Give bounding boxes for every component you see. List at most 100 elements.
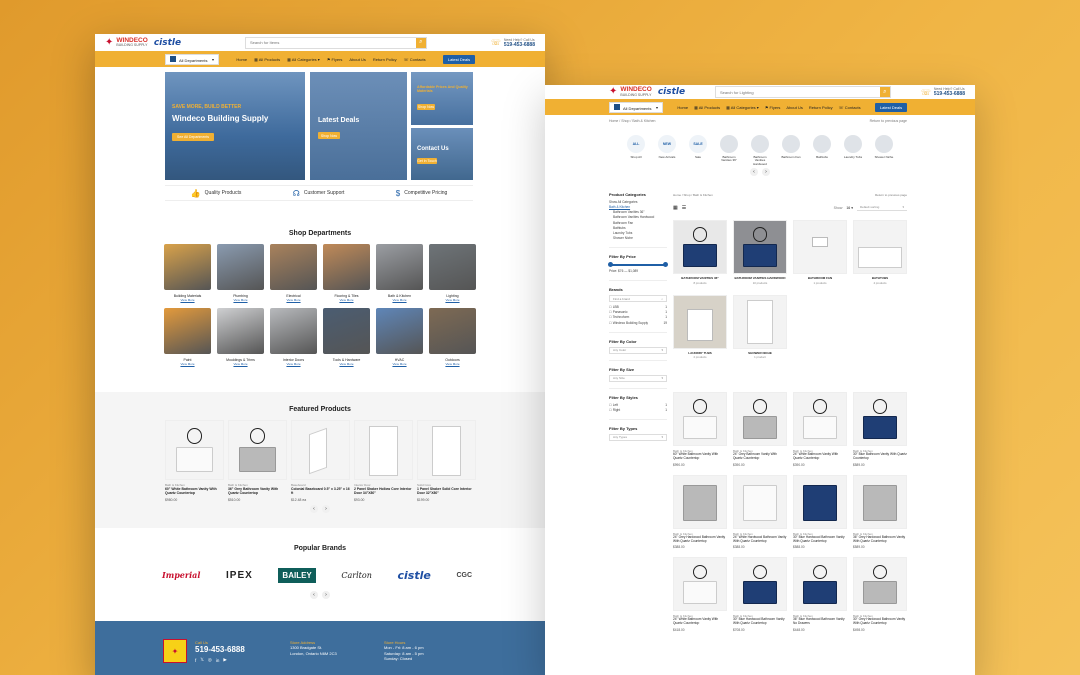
product-card[interactable]: Bath & Kitchen 60" White Bathroom Vanity … (165, 420, 224, 502)
search-input[interactable] (715, 87, 880, 97)
product-name[interactable]: 30" Blue Bathroom Vanity With Quartz Cou… (853, 452, 907, 461)
listing-return-link[interactable]: Return to previous page (875, 193, 907, 197)
filter-option[interactable]: ☐ Windeco Building Supply 19 (609, 321, 667, 326)
product-name[interactable]: 60" White Bathroom Vanity With Quartz Co… (673, 452, 727, 461)
product-card[interactable]: Bath & Kitchen 36" Blue Hardwood Bathroom… (793, 557, 847, 632)
product-name[interactable]: 36" Grey Hardwood Bathroom Vanity With Q… (853, 535, 907, 544)
category-circle[interactable]: Shower Niche (873, 135, 895, 166)
view-more-link[interactable]: View More (217, 298, 264, 302)
deals-shop-now-button[interactable]: Shop Now (318, 132, 340, 139)
category-circle[interactable]: Bathroom Fan (780, 135, 802, 166)
sort-select[interactable]: Default sorting ▾ (857, 204, 907, 211)
subcategory-card[interactable]: SHOWER NICHE 1 product (733, 294, 787, 359)
help-contact[interactable]: ☏ Need Help? Call Us 519-453-6888 (921, 87, 965, 97)
nav-about[interactable]: About Us (786, 105, 802, 110)
department-card[interactable]: Bath & Kitchen View More (376, 244, 423, 302)
brand-carlton[interactable]: Carlton (341, 571, 371, 580)
product-card[interactable]: Solid Core 1 Panel Shaker Solid Core Inte… (417, 420, 476, 502)
slider-handle-min[interactable] (608, 262, 613, 267)
nav-return-policy[interactable]: Return Policy (809, 105, 833, 110)
latest-deals-banner[interactable]: Latest Deals Shop Now (310, 72, 407, 180)
nav-return-policy[interactable]: Return Policy (373, 57, 397, 62)
return-link[interactable]: Return to previous page (870, 119, 907, 123)
facebook-icon[interactable]: f (195, 658, 196, 663)
category-circle[interactable]: ALL Shop All (625, 135, 647, 166)
department-card[interactable]: Flooring & Tiles View More (323, 244, 370, 302)
department-card[interactable]: Paint View More (164, 308, 211, 366)
filter-option-checkbox[interactable]: ☐ Windeco Building Supply (609, 321, 648, 326)
product-name[interactable]: 24" Grey Bathroom Vanity With Quartz Cou… (733, 452, 787, 461)
subcategory-card[interactable]: BATHROOM VANITIES HARDWOOD 10 products (733, 220, 787, 285)
filter-option[interactable]: ☐ Right 1 (609, 408, 667, 413)
product-name[interactable]: 36" Blue Hardwood Bathroom Vanity No Dra… (793, 618, 847, 626)
linkedin-icon[interactable]: in (216, 658, 220, 663)
youtube-icon[interactable]: ▶ (223, 657, 226, 663)
category-link[interactable]: Shower Niche (609, 236, 667, 241)
product-name[interactable]: 36" Grey Bathroom Vanity With Quartz Cou… (228, 487, 287, 495)
product-name[interactable]: 24" White Hardwood Bathroom Vanity With … (733, 535, 787, 544)
slider-handle-max[interactable] (663, 262, 668, 267)
nav-all-products[interactable]: ▦ All Products (694, 105, 720, 110)
department-card[interactable]: Building Materials View More (164, 244, 211, 302)
product-name[interactable]: 1 Panel Shaker Solid Core Interior Door … (417, 487, 476, 495)
brand-imperial[interactable]: Imperial (162, 570, 200, 580)
x-icon[interactable]: 𝕏 (200, 657, 204, 663)
size-select[interactable]: Any Size ▾ (609, 374, 667, 382)
view-more-link[interactable]: View More (376, 362, 423, 366)
product-card[interactable]: Bath & Kitchen 60" White Bathroom Vanity … (673, 392, 727, 467)
nav-home[interactable]: Home (677, 105, 688, 110)
category-circle[interactable]: Bathtubs (811, 135, 833, 166)
department-card[interactable]: Electrical View More (270, 244, 317, 302)
price-slider[interactable] (608, 262, 668, 267)
nav-home[interactable]: Home (236, 57, 247, 62)
instagram-icon[interactable]: ◎ (208, 657, 212, 663)
view-more-link[interactable]: View More (164, 362, 211, 366)
product-card[interactable]: Bath & Kitchen 30" Grey Hardwood Bathroom… (853, 557, 907, 632)
search-input[interactable] (245, 37, 416, 48)
product-card[interactable]: Bath & Kitchen 24" Grey Bathroom Vanity W… (733, 392, 787, 467)
site-logo[interactable]: ✦ WINDECO BUILDING SUPPLY (609, 86, 652, 97)
search-icon[interactable]: ⌕ (415, 37, 426, 48)
category-circle[interactable]: SALE Sale (687, 135, 709, 166)
chevron-left-icon[interactable]: ‹ (310, 505, 318, 513)
brand-bailey[interactable]: BAILEY (278, 567, 316, 583)
product-card[interactable]: Bath & Kitchen 36" Grey Bathroom Vanity W… (228, 420, 287, 502)
view-more-link[interactable]: View More (376, 298, 423, 302)
view-more-link[interactable]: View More (217, 362, 264, 366)
per-page-select[interactable]: 16 ▾ (846, 206, 853, 210)
nav-about[interactable]: About Us (349, 57, 365, 62)
category-circle[interactable]: Bathroom Vanities Hardwood (749, 135, 771, 166)
product-card[interactable]: Bath & Kitchen 24" White Bathroom Vanity … (673, 557, 727, 632)
department-card[interactable]: Lighting View More (429, 244, 476, 302)
product-name[interactable]: 24" Grey Hardwood Bathroom Vanity With Q… (673, 535, 727, 544)
subcategory-card[interactable]: LAUNDRY TUBS 2 products (673, 294, 727, 359)
department-card[interactable]: Tools & Hardware View More (323, 308, 370, 366)
chevron-right-icon[interactable]: › (322, 591, 330, 599)
list-view-icon[interactable]: ☰ (682, 205, 686, 211)
department-card[interactable]: HVAC View More (376, 308, 423, 366)
product-name[interactable]: Colonial Baseboard 0.5" x 3.25" x 16 ft (291, 487, 350, 495)
latest-deals-button[interactable]: Latest Deals (443, 54, 475, 64)
product-card[interactable]: Bath & Kitchen 24" Grey Hardwood Bathroom… (673, 474, 727, 549)
product-card[interactable]: Bath & Kitchen 24" White Bathroom Vanity … (793, 392, 847, 467)
department-card[interactable]: Plumbing View More (217, 244, 264, 302)
view-more-link[interactable]: View More (429, 362, 476, 366)
nav-flyers[interactable]: ⚑ Flyers (327, 57, 343, 62)
get-in-touch-button[interactable]: Get In Touch (417, 158, 437, 164)
product-name[interactable]: 30" Blue Hardwood Bathroom Vanity With Q… (793, 535, 847, 544)
nav-flyers[interactable]: ⚑ Flyers (765, 105, 781, 110)
product-name[interactable]: 2 Panel Shaker Hollow Core Interior Door… (354, 487, 413, 495)
department-card[interactable]: Interior Doors View More (270, 308, 317, 366)
footer-phone[interactable]: 519-453-6888 (195, 645, 245, 654)
latest-deals-button[interactable]: Latest Deals (875, 102, 907, 112)
product-card[interactable]: Baseboard Colonial Baseboard 0.5" x 3.25"… (291, 420, 350, 502)
product-card[interactable]: Interior Door 2 Panel Shaker Hollow Core … (354, 420, 413, 502)
subcategory-card[interactable]: BATHROOM FAN 1 products (793, 220, 847, 285)
product-card[interactable]: Bath & Kitchen 24" White Hardwood Bathroo… (733, 474, 787, 549)
product-card[interactable]: Bath & Kitchen 30" Blue Hardwood Bathroom… (733, 557, 787, 632)
category-circle[interactable]: Bathroom Vanities 36" (718, 135, 740, 166)
product-card[interactable]: Bath & Kitchen 30" Blue Bathroom Vanity W… (853, 392, 907, 467)
color-select[interactable]: Any Color ▾ (609, 346, 667, 354)
help-contact[interactable]: ☏ Need Help? Call Us 519-453-6888 (491, 38, 535, 48)
product-card[interactable]: Bath & Kitchen 36" Grey Hardwood Bathroom… (853, 474, 907, 549)
